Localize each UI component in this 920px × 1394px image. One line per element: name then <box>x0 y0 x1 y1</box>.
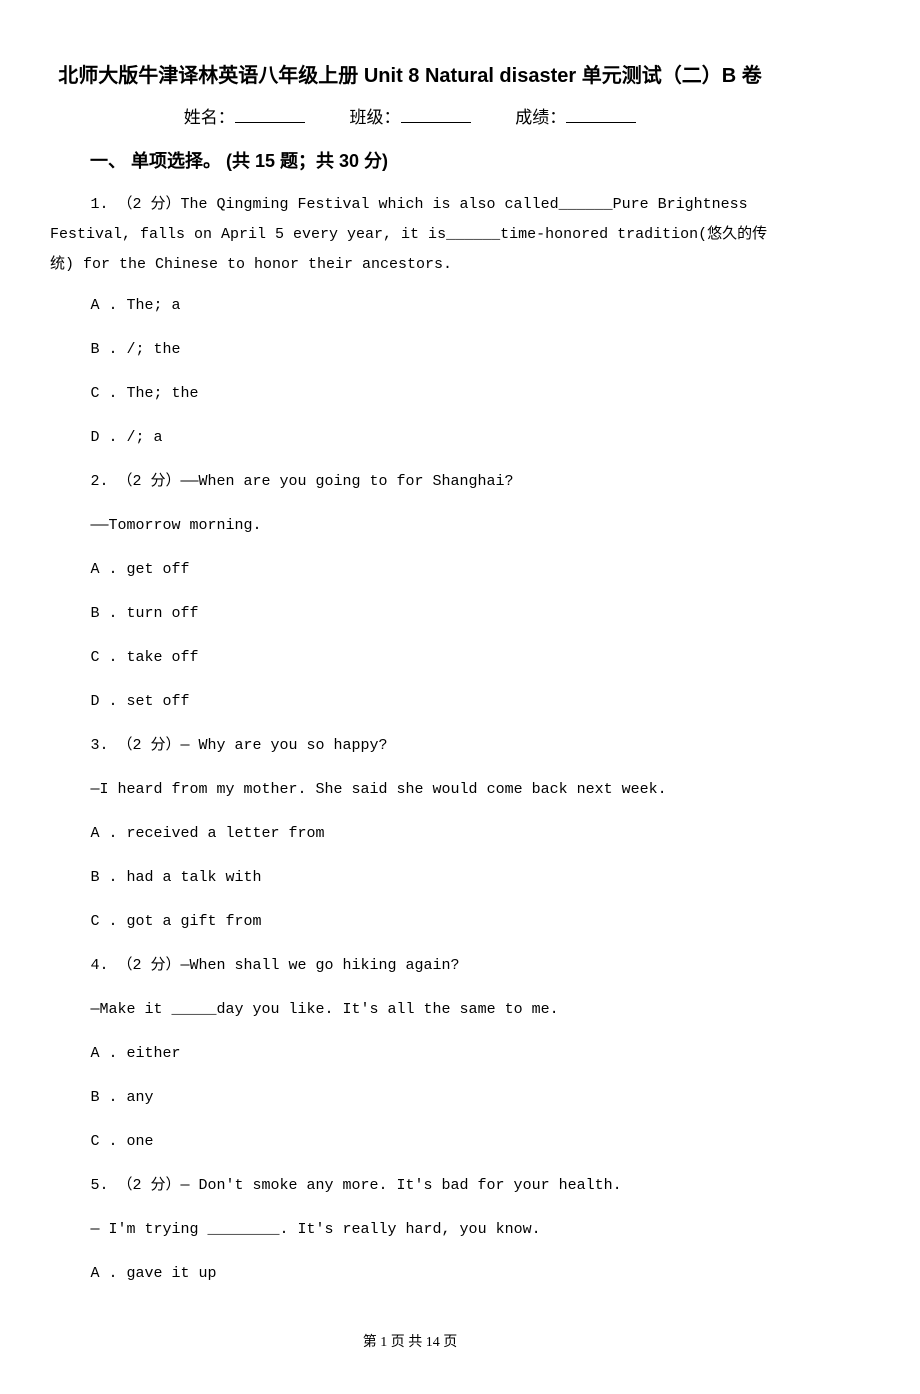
q2-option-a[interactable]: A . get off <box>50 552 770 588</box>
q2-option-b[interactable]: B . turn off <box>50 596 770 632</box>
section-1-header: 一、 单项选择。 (共 15 题；共 30 分) <box>90 147 770 176</box>
question-1: 1. （2 分）The Qingming Festival which is a… <box>50 190 770 456</box>
student-meta-row: 姓名： 班级： 成绩： <box>50 104 770 131</box>
q2-stem: 2. （2 分）——When are you going to for Shan… <box>50 464 770 500</box>
q1-option-d[interactable]: D . /; a <box>50 420 770 456</box>
q3-option-a[interactable]: A . received a letter from <box>50 816 770 852</box>
class-blank[interactable] <box>401 105 471 123</box>
q3-line2: —I heard from my mother. She said she wo… <box>50 772 770 808</box>
name-label: 姓名： <box>184 104 235 131</box>
score-blank[interactable] <box>566 105 636 123</box>
question-2: 2. （2 分）——When are you going to for Shan… <box>50 464 770 720</box>
q1-option-c[interactable]: C . The; the <box>50 376 770 412</box>
q1-option-b[interactable]: B . /; the <box>50 332 770 368</box>
name-blank[interactable] <box>235 105 305 123</box>
q2-line2: ——Tomorrow morning. <box>50 508 770 544</box>
page-title: 北师大版牛津译林英语八年级上册 Unit 8 Natural disaster … <box>50 60 770 92</box>
q1-option-a[interactable]: A . The; a <box>50 288 770 324</box>
q5-option-a[interactable]: A . gave it up <box>50 1256 770 1292</box>
page-footer: 第 1 页 共 14 页 <box>50 1332 770 1354</box>
q4-stem: 4. （2 分）—When shall we go hiking again? <box>50 948 770 984</box>
class-label: 班级： <box>350 104 401 131</box>
q5-stem: 5. （2 分）— Don't smoke any more. It's bad… <box>50 1168 770 1204</box>
q2-option-c[interactable]: C . take off <box>50 640 770 676</box>
q4-option-b[interactable]: B . any <box>50 1080 770 1116</box>
q4-option-a[interactable]: A . either <box>50 1036 770 1072</box>
q4-option-c[interactable]: C . one <box>50 1124 770 1160</box>
q1-stem: 1. （2 分）The Qingming Festival which is a… <box>50 190 770 280</box>
q3-option-b[interactable]: B . had a talk with <box>50 860 770 896</box>
question-3: 3. （2 分）— Why are you so happy? —I heard… <box>50 728 770 940</box>
q3-stem: 3. （2 分）— Why are you so happy? <box>50 728 770 764</box>
q3-option-c[interactable]: C . got a gift from <box>50 904 770 940</box>
question-5: 5. （2 分）— Don't smoke any more. It's bad… <box>50 1168 770 1292</box>
q2-option-d[interactable]: D . set off <box>50 684 770 720</box>
q5-line2: — I'm trying ________. It's really hard,… <box>50 1212 770 1248</box>
score-label: 成绩： <box>515 104 566 131</box>
question-4: 4. （2 分）—When shall we go hiking again? … <box>50 948 770 1160</box>
q4-line2: —Make it _____day you like. It's all the… <box>50 992 770 1028</box>
